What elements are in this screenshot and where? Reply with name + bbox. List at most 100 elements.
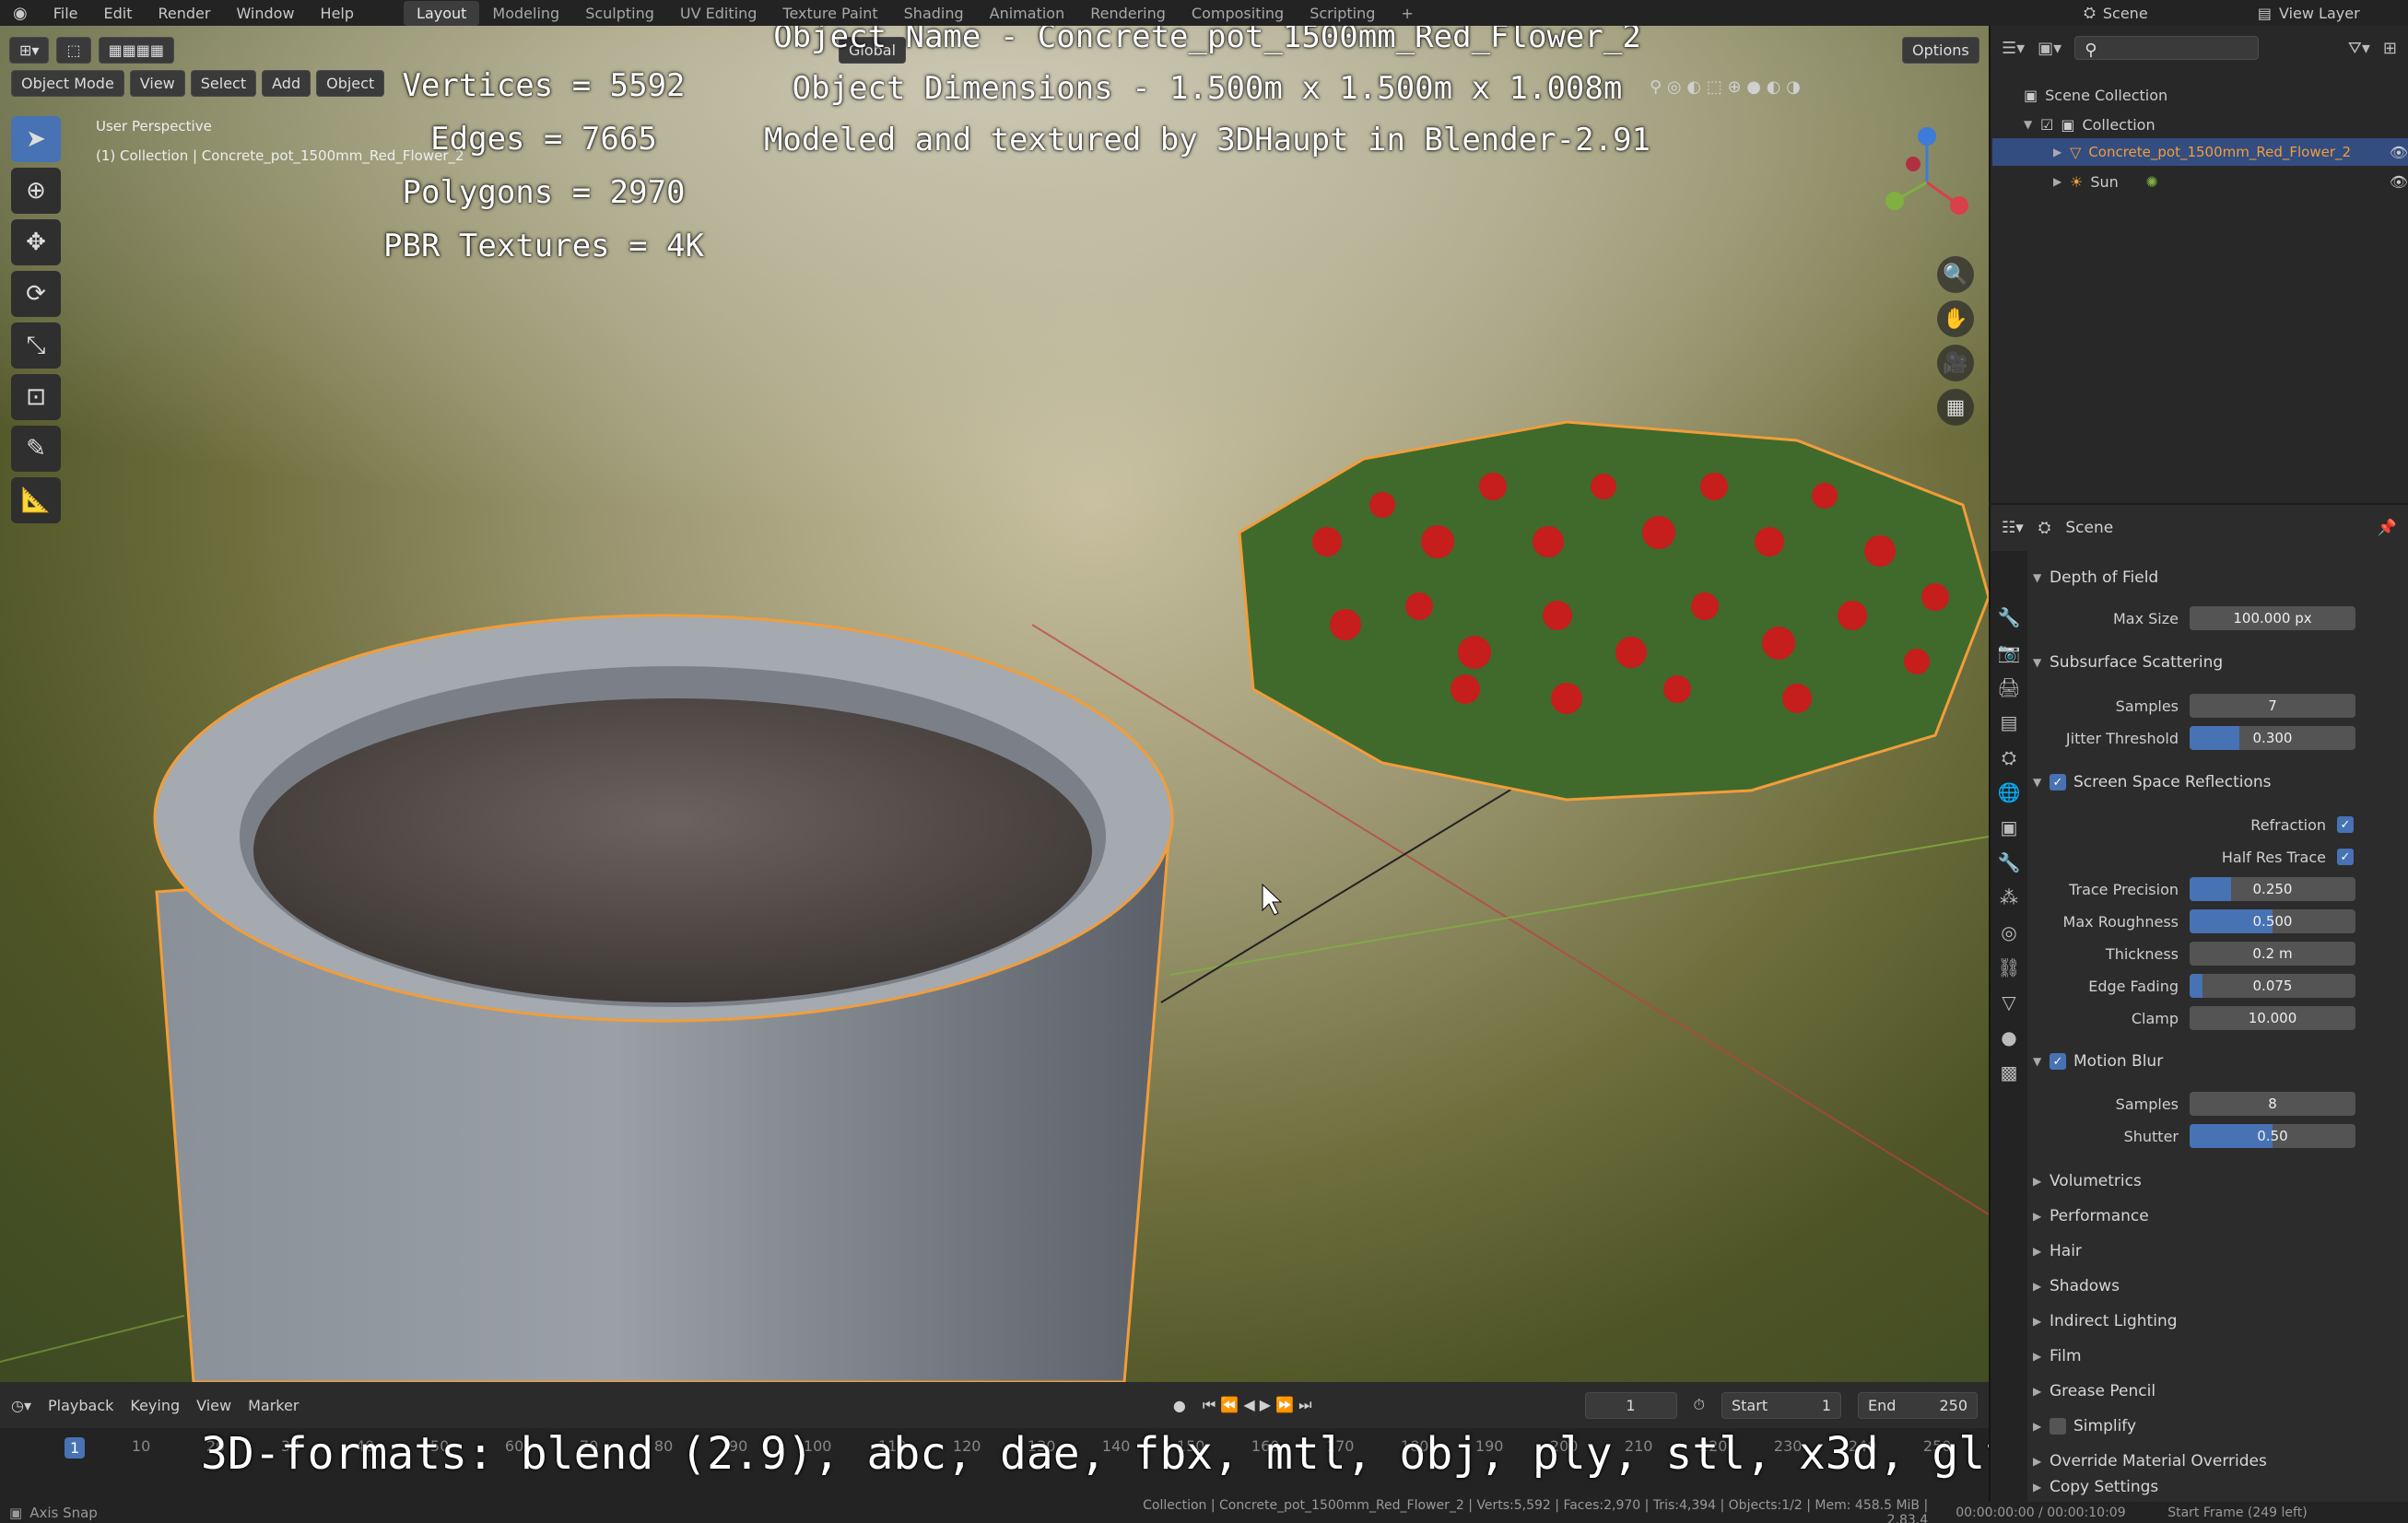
end-frame-field[interactable]: End 250	[1858, 1391, 1978, 1419]
menu-select[interactable]: Select	[190, 70, 257, 97]
max-size-field[interactable]: 100.000 px	[2190, 606, 2355, 630]
ortho-grid-icon[interactable]: ▦	[1937, 389, 1974, 426]
data-tab-icon[interactable]: ▽	[2002, 991, 2015, 1013]
texture-tab-icon[interactable]: ▩	[2001, 1061, 2018, 1084]
trace-precision-slider[interactable]: 0.250	[2190, 877, 2355, 901]
select-tool-icon[interactable]: ➤	[11, 116, 61, 162]
menu-edit[interactable]: Edit	[91, 5, 146, 22]
section-motion-blur[interactable]: ▼ ✓ Motion Blur	[2033, 1046, 2402, 1077]
outliner-editor-icon[interactable]: ☰▾	[2002, 39, 2025, 58]
menu-add[interactable]: Add	[262, 70, 311, 97]
scene-selector[interactable]: Scene	[2103, 5, 2250, 22]
outliner-collection[interactable]: ▼ ☑ ▣ Collection 👁	[2024, 111, 2408, 138]
render-tab-icon[interactable]: 📷	[1998, 641, 2021, 663]
outliner-object-row[interactable]: ▶ ▽ Concrete_pot_1500mm_Red_Flower_2 👁	[1992, 138, 2408, 166]
new-collection-icon[interactable]: ⊞	[2383, 39, 2397, 58]
current-frame-field[interactable]: 1	[1584, 1391, 1677, 1419]
tool-tab-icon[interactable]: 🔧	[1998, 606, 2021, 628]
pin-icon[interactable]: 📌	[2378, 519, 2397, 537]
motion-blur-checkbox[interactable]: ✓	[2050, 1053, 2066, 1070]
refraction-checkbox[interactable]: ✓	[2337, 816, 2354, 833]
rotate-tool-icon[interactable]: ⟳	[11, 271, 61, 317]
mode-selector[interactable]: Object Mode	[11, 70, 124, 97]
tab-rendering[interactable]: Rendering	[1077, 1, 1179, 26]
scale-tool-icon[interactable]: ⤡	[11, 322, 61, 369]
tab-sculpting[interactable]: Sculpting	[572, 1, 667, 26]
physics-tab-icon[interactable]: ◎	[2001, 921, 2016, 943]
section-grease-pencil[interactable]: ▶ Grease Pencil	[2033, 1376, 2402, 1407]
transform-tool-icon[interactable]: ⊡	[11, 374, 61, 420]
section-volumetrics[interactable]: ▶ Volumetrics	[2033, 1166, 2402, 1197]
tab-shading[interactable]: Shading	[891, 1, 977, 26]
blender-logo-icon[interactable]: ◉	[0, 4, 41, 23]
shutter-slider[interactable]: 0.50	[2190, 1124, 2355, 1148]
select-box-icon[interactable]: ⬚	[56, 36, 91, 64]
annotate-tool-icon[interactable]: ✎	[11, 426, 61, 472]
filter-icon[interactable]: ⛛▾	[2348, 39, 2370, 58]
section-subsurface-scattering[interactable]: ▼ Subsurface Scattering	[2033, 647, 2402, 678]
section-screen-space-reflections[interactable]: ▼ ✓ Screen Space Reflections	[2033, 767, 2402, 798]
menu-view[interactable]: View	[129, 70, 185, 97]
half-res-checkbox[interactable]: ✓	[2337, 849, 2354, 865]
expand-icon[interactable]: ▼	[2024, 118, 2040, 131]
max-roughness-slider[interactable]: 0.500	[2190, 909, 2355, 933]
menu-help[interactable]: Help	[308, 5, 367, 22]
expand-icon[interactable]: ▶	[2053, 146, 2070, 158]
object-tab-icon[interactable]: ▣	[2001, 816, 2018, 838]
menu-window[interactable]: Window	[223, 5, 307, 22]
cursor-tool-icon[interactable]: ⊕	[11, 168, 61, 214]
move-tool-icon[interactable]: ✥	[11, 219, 61, 265]
start-frame-field[interactable]: Start 1	[1721, 1391, 1841, 1419]
menu-timeline-view[interactable]: View	[196, 1397, 231, 1414]
ssr-checkbox[interactable]: ✓	[2050, 774, 2066, 791]
outliner-search-input[interactable]: ⚲	[2074, 36, 2260, 60]
section-shadows[interactable]: ▶ Shadows	[2033, 1271, 2402, 1302]
expand-icon[interactable]: ▶	[2053, 175, 2070, 188]
add-workspace-icon[interactable]: +	[1388, 1, 1426, 26]
output-tab-icon[interactable]: 🖨	[1997, 676, 2020, 698]
section-depth-of-field[interactable]: ▼ Depth of Field	[2033, 562, 2402, 593]
material-tab-icon[interactable]: ●	[2001, 1026, 2016, 1049]
timeline-editor-icon[interactable]: ◷▾	[11, 1397, 31, 1414]
pan-hand-icon[interactable]: ✋	[1937, 300, 1974, 337]
clamp-field[interactable]: 10.000	[2190, 1006, 2355, 1030]
record-icon[interactable]: ●	[1173, 1397, 1186, 1414]
visibility-eye-icon[interactable]: 👁	[2390, 144, 2408, 161]
section-indirect-lighting[interactable]: ▶ Indirect Lighting	[2033, 1306, 2402, 1337]
tab-compositing[interactable]: Compositing	[1179, 1, 1297, 26]
section-copy-settings[interactable]: ▶ Copy Settings	[2033, 1471, 2402, 1503]
menu-file[interactable]: File	[41, 5, 91, 22]
properties-editor-icon[interactable]: ☷▾	[2002, 519, 2024, 537]
editor-type-icon[interactable]: ⊞▾	[9, 36, 50, 64]
display-mode-icon[interactable]: ▣▾	[2038, 39, 2061, 58]
modifier-tab-icon[interactable]: 🔧	[1998, 851, 2021, 873]
mb-samples-field[interactable]: 8	[2190, 1092, 2355, 1116]
tab-animation[interactable]: Animation	[977, 1, 1078, 26]
edge-fading-slider[interactable]: 0.075	[2190, 974, 2355, 998]
tab-layout[interactable]: Layout	[404, 0, 480, 26]
menu-marker[interactable]: Marker	[248, 1397, 299, 1414]
thickness-field[interactable]: 0.2 m	[2190, 942, 2355, 966]
outliner-sun-row[interactable]: ▶ ☀ Sun ✺ 👁	[2053, 168, 2408, 195]
constraints-tab-icon[interactable]: ⛓	[1997, 956, 2020, 978]
view-layer-selector[interactable]: View Layer	[2279, 5, 2408, 22]
simplify-checkbox[interactable]	[2050, 1418, 2066, 1435]
zoom-icon[interactable]: 🔍	[1937, 256, 1974, 293]
visibility-eye-icon[interactable]: 👁	[2390, 173, 2408, 191]
particles-tab-icon[interactable]: ⁂	[2000, 886, 2018, 908]
jitter-slider[interactable]: 0.300	[2190, 726, 2355, 750]
tab-texture-paint[interactable]: Texture Paint	[769, 1, 890, 26]
clock-icon[interactable]: ⏱	[1694, 1396, 1705, 1414]
world-tab-icon[interactable]: 🌐	[1998, 781, 2021, 803]
outliner-scene-collection[interactable]: ▣ Scene Collection	[2024, 81, 2408, 109]
measure-tool-icon[interactable]: 📐	[11, 477, 61, 523]
navigation-gizmo[interactable]	[1876, 118, 1978, 247]
menu-playback[interactable]: Playback	[48, 1397, 113, 1414]
selection-mode-icons[interactable]: ▦▦▦▦	[98, 36, 175, 64]
menu-keying[interactable]: Keying	[130, 1397, 180, 1414]
checkbox-icon[interactable]: ☑	[2040, 116, 2053, 134]
options-dropdown[interactable]: Options	[1902, 37, 1979, 64]
tab-scripting[interactable]: Scripting	[1297, 1, 1388, 26]
view-layer-tab-icon[interactable]: ▤	[2001, 711, 2018, 733]
section-performance[interactable]: ▶ Performance	[2033, 1201, 2402, 1232]
